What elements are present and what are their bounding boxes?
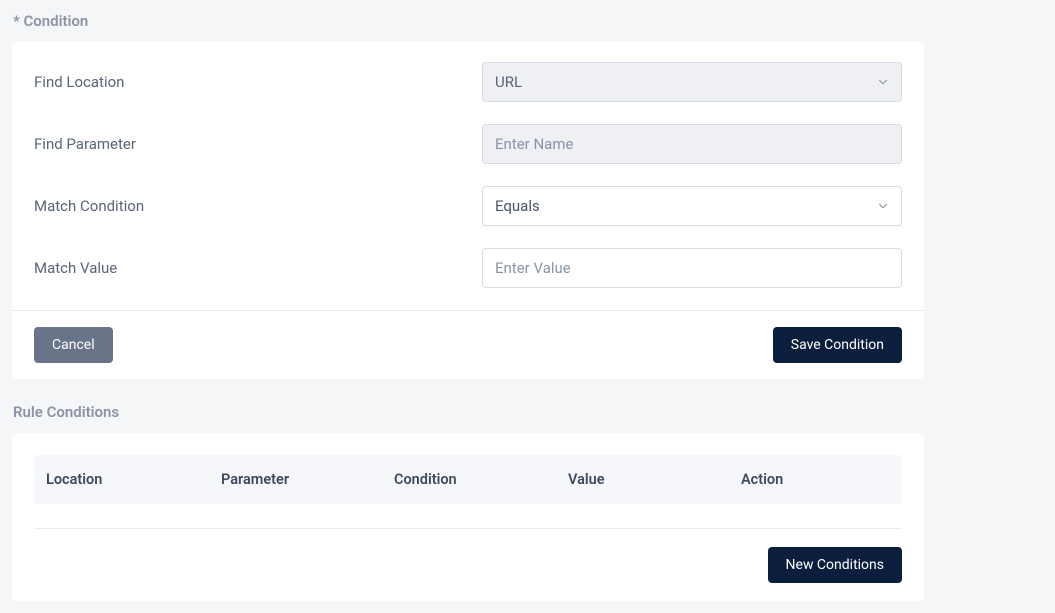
- col-header-condition: Condition: [394, 471, 568, 488]
- label-find-location: Find Location: [34, 73, 482, 91]
- label-match-value: Match Value: [34, 259, 482, 277]
- select-match-condition-value: Equals: [495, 197, 540, 215]
- input-find-parameter[interactable]: [482, 124, 902, 164]
- save-condition-button[interactable]: Save Condition: [773, 327, 902, 363]
- row-find-location: Find Location URL: [34, 62, 902, 102]
- label-find-parameter: Find Parameter: [34, 135, 482, 153]
- label-match-condition: Match Condition: [34, 197, 482, 215]
- table-header-row: Location Parameter Condition Value Actio…: [34, 455, 902, 504]
- rule-conditions-footer: New Conditions: [34, 528, 902, 583]
- condition-form-panel: Find Location URL Find Parameter Match C…: [12, 42, 924, 379]
- col-header-action: Action: [741, 471, 890, 488]
- col-header-parameter: Parameter: [221, 471, 394, 488]
- col-header-location: Location: [46, 471, 221, 488]
- row-find-parameter: Find Parameter: [34, 124, 902, 164]
- select-find-location[interactable]: URL: [482, 62, 902, 102]
- row-match-value: Match Value: [34, 248, 902, 288]
- condition-form-body: Find Location URL Find Parameter Match C…: [12, 42, 924, 311]
- condition-section-title: * Condition: [13, 12, 1043, 30]
- select-match-condition[interactable]: Equals: [482, 186, 902, 226]
- input-match-value[interactable]: [482, 248, 902, 288]
- condition-form-footer: Cancel Save Condition: [12, 311, 924, 379]
- new-conditions-button[interactable]: New Conditions: [768, 547, 902, 583]
- rule-conditions-panel: Location Parameter Condition Value Actio…: [12, 433, 924, 601]
- rule-conditions-title: Rule Conditions: [13, 403, 1043, 421]
- select-find-location-value: URL: [495, 73, 522, 91]
- row-match-condition: Match Condition Equals: [34, 186, 902, 226]
- cancel-button[interactable]: Cancel: [34, 327, 113, 363]
- col-header-value: Value: [568, 471, 741, 488]
